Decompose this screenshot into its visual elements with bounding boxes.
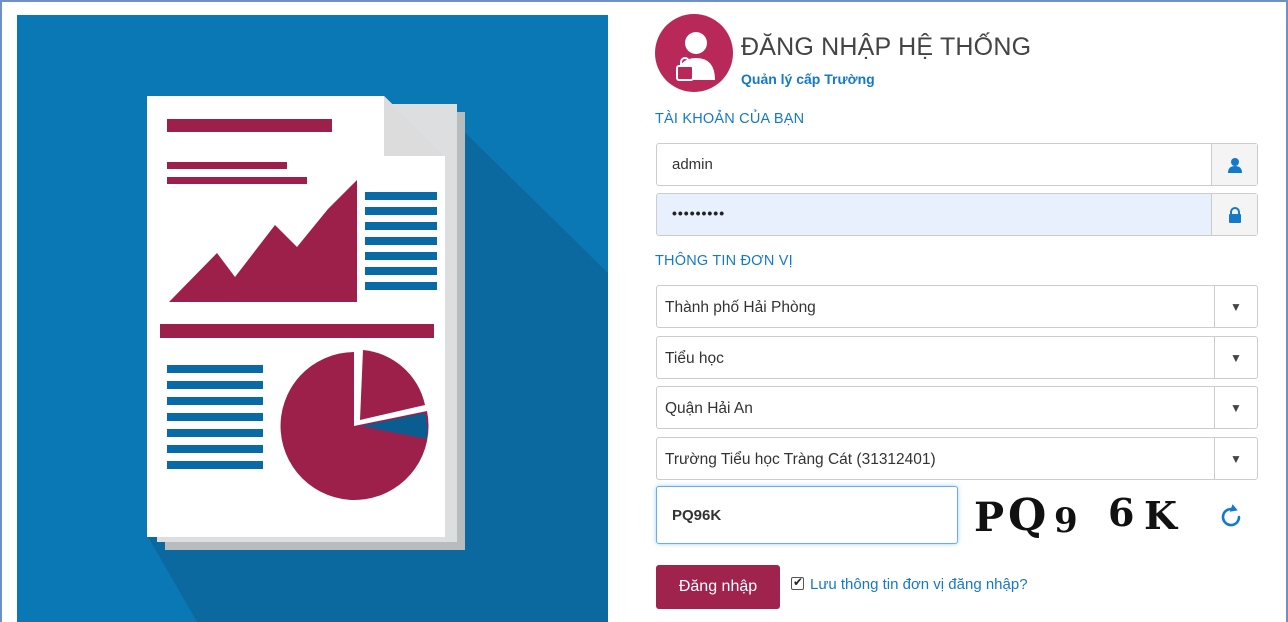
lock-person-icon [655,14,733,92]
caret-down-icon: ▼ [1214,438,1257,479]
remember-unit-checkbox[interactable]: Lưu thông tin đơn vị đăng nhập? [791,575,1028,594]
school-select[interactable]: Trường Tiểu học Tràng Cát (31312401) ▼ [656,437,1258,480]
province-select[interactable]: Thành phố Hải Phòng ▼ [656,285,1258,328]
captcha-input-value: PQ96K [672,507,722,524]
caret-down-icon: ▼ [1214,337,1257,378]
captcha-image: P Q 9 6 K [968,488,1208,544]
username-field[interactable]: admin [656,143,1258,186]
captcha-char: K [1144,493,1178,538]
password-field[interactable]: ••••••••• [656,193,1258,236]
captcha-char: 6 [1108,490,1135,535]
district-value: Quận Hải An [665,400,753,417]
user-icon [1211,144,1257,185]
report-document-graphic [17,15,608,622]
page-title: ĐĂNG NHẬP HỆ THỐNG [741,33,1032,61]
district-select[interactable]: Quận Hải An ▼ [656,386,1258,429]
captcha-char: P [974,494,1005,541]
level-select[interactable]: Tiểu học ▼ [656,336,1258,379]
password-value: ••••••••• [672,205,726,221]
account-section-label: TÀI KHOẢN CỦA BẠN [655,111,805,127]
school-value: Trường Tiểu học Tràng Cát (31312401) [665,451,936,468]
login-panel: ĐĂNG NHẬP HỆ THỐNG Quản lý cấp Trường TÀ… [640,0,1288,622]
unit-section-label: THÔNG TIN ĐƠN VỊ [655,253,793,269]
refresh-icon[interactable] [1216,502,1246,532]
captcha-input[interactable]: PQ96K [656,486,958,544]
remember-unit-label: Lưu thông tin đơn vị đăng nhập? [810,576,1028,593]
login-button[interactable]: Đăng nhập [656,565,780,609]
province-value: Thành phố Hải Phòng [665,299,816,316]
checkbox-checked-icon[interactable] [791,575,804,590]
page-subtitle: Quản lý cấp Trường [741,71,875,87]
captcha-char: Q [1008,490,1047,541]
level-value: Tiểu học [665,350,724,367]
username-value: admin [672,156,713,173]
report-illustration [17,15,608,622]
captcha-char: 9 [1054,501,1078,541]
caret-down-icon: ▼ [1214,387,1257,428]
caret-down-icon: ▼ [1214,286,1257,327]
lock-icon [1211,194,1257,235]
